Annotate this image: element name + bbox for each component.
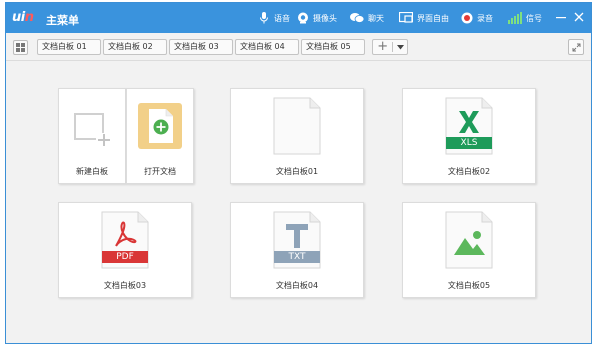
layout-button[interactable]: 界面自由 <box>399 11 449 25</box>
dropdown-arrow[interactable] <box>393 44 407 50</box>
signal-icon <box>508 12 522 24</box>
grid-view-button[interactable] <box>13 40 28 55</box>
txt-file-icon: TXT <box>272 211 322 269</box>
camera-icon <box>297 12 309 24</box>
doc-label: 文档白板01 <box>275 167 319 176</box>
new-board-card[interactable]: 新建白板 <box>58 88 126 184</box>
camera-label: 摄像头 <box>313 13 337 23</box>
doc-card-01[interactable]: 文档白板01 <box>230 88 364 184</box>
voice-label: 语音 <box>274 13 290 23</box>
window-title: 主菜单 <box>46 14 79 27</box>
open-doc-icon <box>138 103 182 149</box>
blank-file-icon <box>272 97 322 155</box>
chevron-down-icon <box>396 44 404 49</box>
doc-label: 文档白板05 <box>447 281 491 290</box>
whiteboard-tab-bar: 文档白板 01 文档白板 02 文档白板 03 文档白板 04 文档白板 05 … <box>6 33 591 61</box>
record-button[interactable]: 录音 <box>461 11 493 25</box>
tab-board-02[interactable]: 文档白板 02 <box>103 39 167 55</box>
xls-badge: XLS <box>460 138 478 148</box>
doc-label: 文档白板04 <box>275 281 319 290</box>
layout-icon <box>399 12 413 24</box>
xls-file-icon: XLS <box>444 97 494 155</box>
pdf-badge: PDF <box>116 252 134 262</box>
txt-badge: TXT <box>288 252 306 262</box>
new-board-label: 新建白板 <box>76 167 108 176</box>
record-icon <box>461 12 473 24</box>
layout-label: 界面自由 <box>417 13 449 23</box>
close-button[interactable] <box>572 10 586 24</box>
image-file-icon <box>444 211 494 269</box>
main-window: uin 主菜单 语音 摄像头 聊天 界面自由 录音 信号 文档白板 01 文档白… <box>5 2 592 344</box>
pdf-file-icon: PDF <box>100 211 150 269</box>
chat-icon <box>350 12 364 24</box>
camera-button[interactable]: 摄像头 <box>297 11 337 25</box>
minimize-button[interactable] <box>554 10 568 24</box>
grid-icon <box>16 43 25 52</box>
doc-card-05[interactable]: 文档白板05 <box>402 202 536 298</box>
title-bar: uin 主菜单 语音 摄像头 聊天 界面自由 录音 信号 <box>6 3 591 33</box>
app-logo: uin <box>12 10 34 25</box>
doc-card-02[interactable]: XLS 文档白板02 <box>402 88 536 184</box>
signal-label: 信号 <box>526 13 542 23</box>
expand-icon <box>572 43 580 51</box>
chat-button[interactable]: 聊天 <box>350 11 384 25</box>
record-label: 录音 <box>477 13 493 23</box>
tab-board-03[interactable]: 文档白板 03 <box>169 39 233 55</box>
new-board-icon <box>73 111 111 147</box>
minimize-icon <box>556 17 566 19</box>
open-doc-label: 打开文档 <box>144 167 176 176</box>
voice-button[interactable]: 语音 <box>258 11 290 25</box>
doc-label: 文档白板02 <box>447 167 491 176</box>
open-doc-card[interactable]: 打开文档 <box>126 88 194 184</box>
plus-icon: + <box>377 39 389 54</box>
doc-label: 文档白板03 <box>103 281 147 290</box>
signal-indicator: 信号 <box>508 11 542 25</box>
tab-board-04[interactable]: 文档白板 04 <box>235 39 299 55</box>
add-tab-button[interactable]: + <box>372 39 408 55</box>
microphone-icon <box>258 12 270 24</box>
tab-board-05[interactable]: 文档白板 05 <box>301 39 365 55</box>
fullscreen-button[interactable] <box>568 39 584 55</box>
doc-card-04[interactable]: TXT 文档白板04 <box>230 202 364 298</box>
close-icon <box>574 12 584 22</box>
tab-board-01[interactable]: 文档白板 01 <box>37 39 101 55</box>
doc-card-03[interactable]: PDF 文档白板03 <box>58 202 192 298</box>
chat-label: 聊天 <box>368 13 384 23</box>
